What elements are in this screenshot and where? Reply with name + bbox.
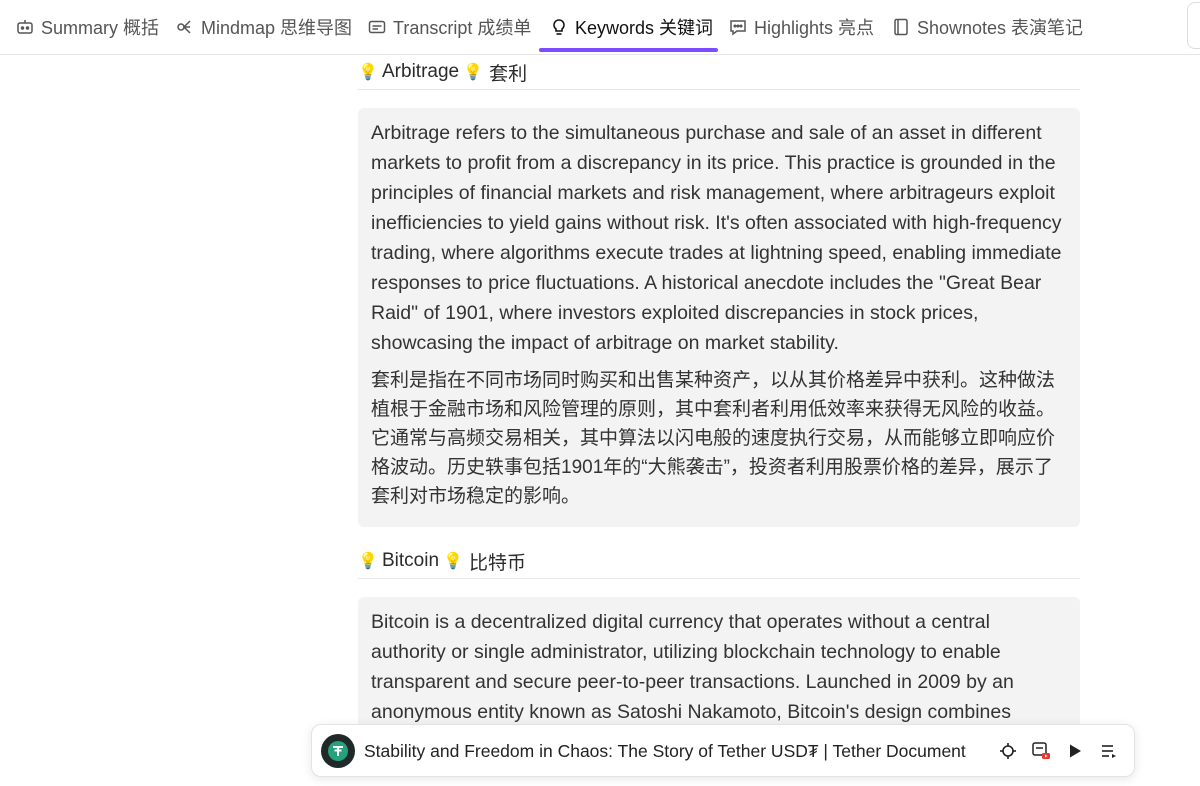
keyword-heading: 💡 Arbitrage 💡 套利 xyxy=(358,55,1080,90)
lightbulb-icon: 💡 xyxy=(358,553,378,570)
play-icon[interactable] xyxy=(1063,739,1087,763)
player-episode-title: Stability and Freedom in Chaos: The Stor… xyxy=(364,741,966,761)
tab-summary[interactable]: Summary 概括 xyxy=(15,0,159,53)
video-notes-icon[interactable] xyxy=(1029,739,1053,763)
active-tab-indicator xyxy=(539,48,718,52)
locate-icon[interactable] xyxy=(996,739,1020,763)
tether-logo-icon xyxy=(321,734,355,768)
transcript-icon xyxy=(367,17,387,37)
tab-shownotes[interactable]: Shownotes 表演笔记 xyxy=(891,0,1083,53)
lightbulb-icon: 💡 xyxy=(463,64,484,81)
tab-keywords[interactable]: Keywords 关键词 xyxy=(549,0,713,53)
side-panel-button[interactable] xyxy=(1187,2,1200,49)
tab-label: Highlights 亮点 xyxy=(754,17,875,38)
chat-icon xyxy=(728,17,748,37)
tab-mindmap[interactable]: Mindmap 思维导图 xyxy=(175,0,352,53)
keyword-term-en: Bitcoin xyxy=(382,550,440,571)
playlist-icon[interactable] xyxy=(1097,739,1121,763)
keyword-term-en: Arbitrage xyxy=(382,61,460,82)
keyword-heading: 💡 Bitcoin 💡 比特币 xyxy=(358,544,1080,579)
keywords-list: 💡 Arbitrage 💡 套利 Arbitrage refers to the… xyxy=(358,55,1080,773)
tab-label: Mindmap 思维导图 xyxy=(201,17,353,38)
notes-icon xyxy=(891,17,911,37)
tab-highlights[interactable]: Highlights 亮点 xyxy=(728,0,874,53)
keyword-description-card: Arbitrage refers to the simultaneous pur… xyxy=(358,108,1080,527)
lightbulb-icon: 💡 xyxy=(358,64,378,81)
keyword-description-zh: 套利是指在不同市场同时购买和出售某种资产，以从其价格差异中获利。这种做法植根于金… xyxy=(371,370,1056,507)
tab-label: Summary 概括 xyxy=(41,17,160,38)
robot-icon xyxy=(15,17,35,37)
tab-transcript[interactable]: Transcript 成绩单 xyxy=(367,0,531,53)
keyword-term-zh: 套利 xyxy=(489,63,528,85)
keyword-description-en: Arbitrage refers to the simultaneous pur… xyxy=(371,122,1062,354)
lightbulb-icon xyxy=(549,17,569,37)
tab-label: Keywords 关键词 xyxy=(575,17,714,38)
tab-bar: Summary 概括 Mindmap 思维导图 Transcript 成绩单 K… xyxy=(0,0,1200,55)
tab-label: Shownotes 表演笔记 xyxy=(917,17,1084,38)
mindmap-icon xyxy=(175,17,195,37)
keyword-item: 💡 Arbitrage 💡 套利 Arbitrage refers to the… xyxy=(358,55,1080,527)
audio-player-bar: Stability and Freedom in Chaos: The Stor… xyxy=(311,724,1135,777)
tab-label: Transcript 成绩单 xyxy=(393,17,532,38)
lightbulb-icon: 💡 xyxy=(443,553,463,570)
keyword-term-zh: 比特币 xyxy=(469,552,527,574)
